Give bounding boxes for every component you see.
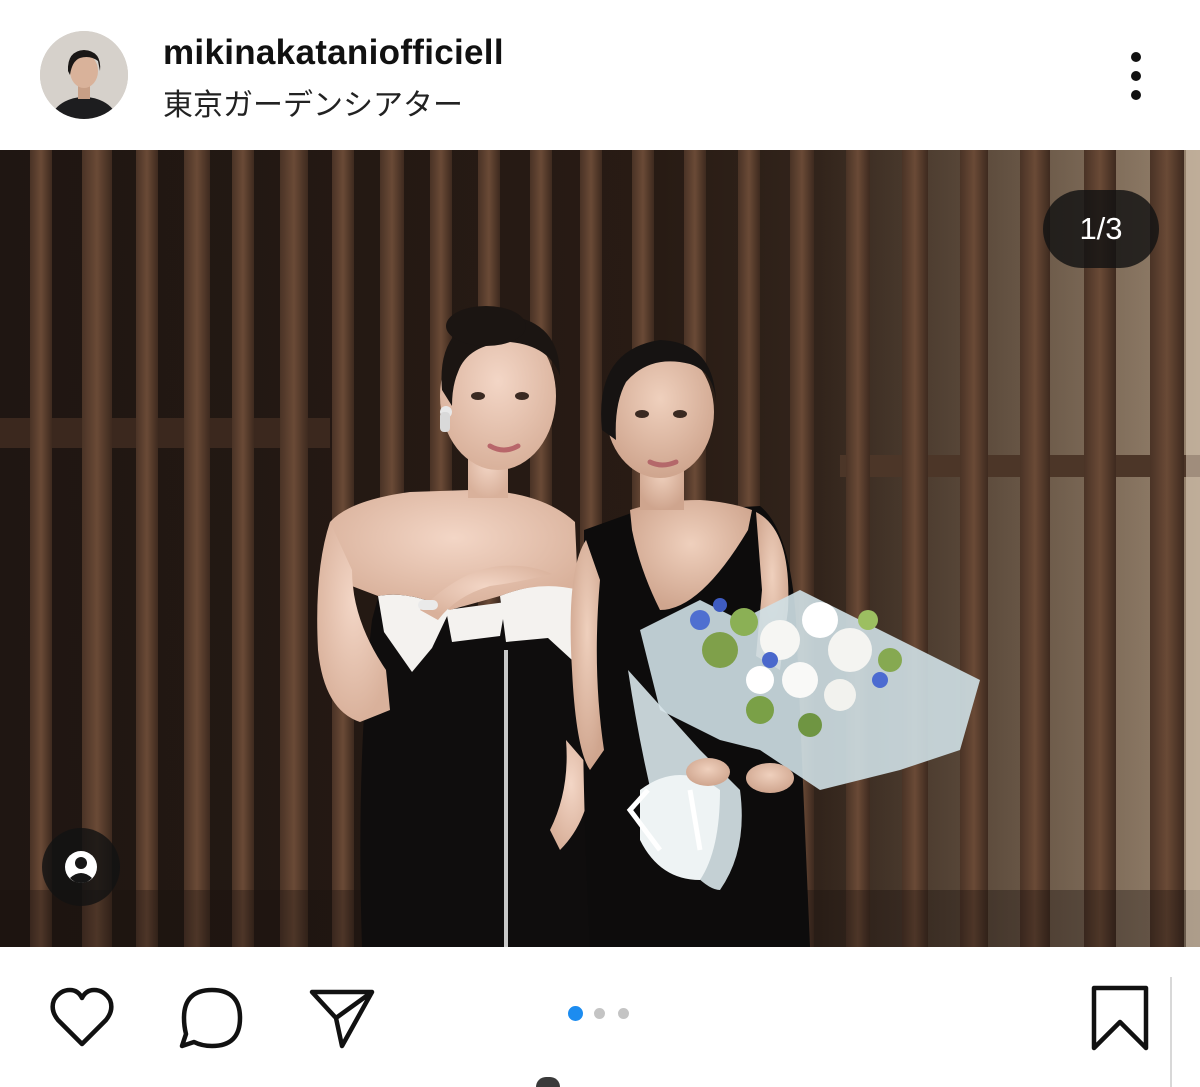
- carousel-dot-2: [594, 1008, 605, 1019]
- post-photo[interactable]: 1/3: [0, 150, 1200, 947]
- next-post-peek: [536, 1077, 560, 1087]
- screen-edge-divider: [1170, 977, 1172, 1087]
- more-options-button[interactable]: [1110, 48, 1162, 104]
- comment-button[interactable]: [176, 982, 248, 1054]
- carousel-dot-3: [618, 1008, 629, 1019]
- bookmark-icon: [1091, 985, 1149, 1051]
- user-tags-button[interactable]: [42, 828, 120, 906]
- profile-avatar[interactable]: [40, 31, 128, 119]
- more-options-icon: [1131, 52, 1141, 62]
- post-location[interactable]: 東京ガーデンシアター: [163, 80, 463, 124]
- more-options-icon-dot: [1131, 71, 1141, 81]
- save-button[interactable]: [1084, 982, 1156, 1054]
- post-action-bar: [0, 947, 1200, 1087]
- like-button[interactable]: [46, 982, 118, 1054]
- comment-bubble-icon: [179, 987, 243, 1049]
- paper-plane-icon: [309, 989, 375, 1049]
- heart-icon: [50, 987, 114, 1047]
- more-options-icon-dot: [1131, 90, 1141, 100]
- carousel-dot-1: [568, 1006, 583, 1021]
- carousel-page-counter: 1/3: [1043, 190, 1159, 268]
- share-button[interactable]: [306, 982, 378, 1054]
- post-username[interactable]: mikinakataniofficiell: [163, 33, 504, 73]
- avatar-image: [40, 31, 128, 119]
- post-image: [0, 150, 1200, 947]
- user-tag-icon: [65, 851, 97, 883]
- post-header: mikinakataniofficiell 東京ガーデンシアター: [0, 0, 1200, 150]
